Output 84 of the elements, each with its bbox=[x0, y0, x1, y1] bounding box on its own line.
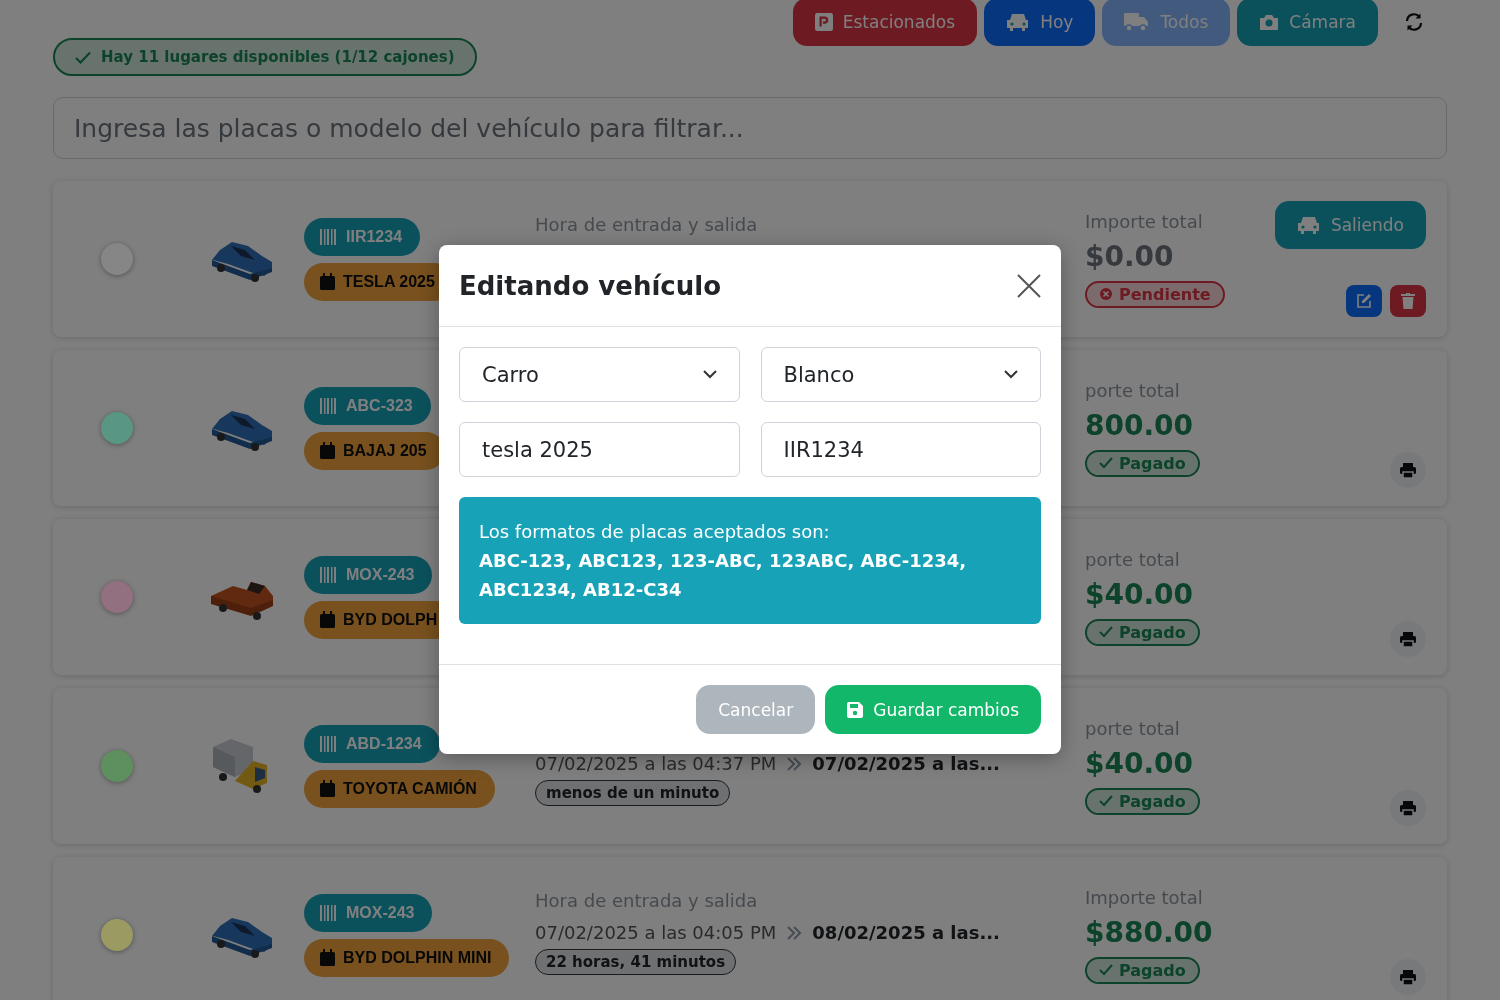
refresh-icon[interactable] bbox=[1405, 13, 1423, 31]
double-chevron-icon bbox=[786, 756, 803, 771]
dialog-title: Editando vehículo bbox=[459, 270, 721, 301]
payment-badge: Pendiente bbox=[1085, 280, 1225, 308]
select-field[interactable]: Blanco bbox=[760, 347, 1041, 402]
amount-label: porte total bbox=[1085, 717, 1180, 739]
availability-badge: Hay 11 lugares disponibles (1/12 cajones) bbox=[53, 38, 477, 76]
trash-icon bbox=[1401, 293, 1415, 309]
times-label: Hora de entrada y salida bbox=[535, 890, 758, 911]
barcode-icon bbox=[320, 566, 338, 583]
camera-icon bbox=[1259, 13, 1280, 31]
input-field[interactable]: tesla 2025 bbox=[459, 422, 740, 477]
filter-button[interactable]: Estacionados bbox=[792, 0, 978, 46]
close-button[interactable] bbox=[1017, 273, 1041, 298]
print-icon bbox=[1400, 969, 1416, 985]
check-icon bbox=[1099, 964, 1113, 976]
duration-badge: menos de un minuto bbox=[535, 780, 731, 806]
print-button[interactable] bbox=[1390, 452, 1426, 488]
select-field[interactable]: Carro bbox=[459, 347, 740, 402]
check-icon bbox=[1099, 457, 1113, 469]
plate-badge: ABC-323 bbox=[304, 386, 431, 425]
barcode-icon bbox=[320, 904, 338, 921]
delete-button[interactable] bbox=[1390, 285, 1426, 317]
input-field[interactable]: IIR1234 bbox=[760, 422, 1041, 477]
amount-value: $880.00 bbox=[1085, 915, 1213, 949]
barcode-icon bbox=[320, 735, 338, 752]
model-badge: TOYOTA CAMIÓN bbox=[304, 769, 495, 808]
duration-badge: 22 horas, 41 minutos bbox=[535, 949, 737, 975]
plate-badge: MOX-243 bbox=[304, 893, 433, 932]
print-icon bbox=[1400, 800, 1416, 816]
payment-badge: Pagado bbox=[1085, 618, 1200, 646]
amount-value: $40.00 bbox=[1085, 577, 1194, 611]
calendar-icon bbox=[320, 780, 335, 797]
check-icon bbox=[1099, 626, 1113, 638]
plate-badge: MOX-243 bbox=[304, 555, 433, 594]
amount-value: 800.00 bbox=[1085, 408, 1194, 442]
exit-time: 07/02/2025 a las... bbox=[812, 753, 1000, 774]
payment-badge: Pagado bbox=[1085, 449, 1200, 477]
calendar-icon bbox=[320, 949, 335, 966]
print-button[interactable] bbox=[1390, 790, 1426, 826]
model-badge: BYD DOLPHIN MINI bbox=[304, 938, 510, 977]
double-chevron-icon bbox=[786, 925, 803, 940]
calendar-icon bbox=[320, 273, 335, 290]
save-button[interactable]: Guardar cambios bbox=[825, 685, 1041, 734]
x-circle-icon bbox=[1099, 287, 1113, 301]
car-icon bbox=[1006, 12, 1031, 32]
chevron-down-icon bbox=[1004, 370, 1018, 379]
entry-time: 07/02/2025 a las 04:05 PM bbox=[535, 922, 777, 943]
search-field[interactable]: Ingresa las placas o modelo del vehículo para filtrar... bbox=[53, 97, 1447, 159]
entry-time: 07/02/2025 a las 04:37 PM bbox=[535, 753, 777, 774]
amount-label: porte total bbox=[1085, 379, 1180, 401]
filter-button[interactable]: Cámara bbox=[1237, 0, 1378, 46]
parking-icon bbox=[814, 13, 833, 31]
plate-badge: IIR1234 bbox=[304, 217, 421, 256]
save-icon bbox=[847, 701, 864, 718]
filter-button[interactable]: Hoy bbox=[984, 0, 1096, 46]
barcode-icon bbox=[320, 228, 338, 245]
check-icon bbox=[1099, 795, 1113, 807]
edit-button[interactable] bbox=[1346, 285, 1382, 317]
times-label: Hora de entrada y salida bbox=[535, 214, 758, 235]
plate-badge: ABD-1234 bbox=[304, 724, 440, 763]
print-button[interactable] bbox=[1390, 959, 1426, 995]
print-icon bbox=[1400, 631, 1416, 647]
cancel-button[interactable]: Cancelar bbox=[696, 685, 816, 734]
print-icon bbox=[1400, 462, 1416, 478]
exit-button[interactable]: Saliendo bbox=[1274, 201, 1426, 249]
barcode-icon bbox=[320, 397, 338, 414]
amount-label: Importe total bbox=[1085, 886, 1203, 908]
car-icon bbox=[1296, 215, 1321, 235]
print-button[interactable] bbox=[1390, 621, 1426, 657]
payment-badge: Pagado bbox=[1085, 956, 1200, 984]
chevron-down-icon bbox=[702, 370, 717, 379]
amount-value: $0.00 bbox=[1085, 239, 1174, 273]
amount-value: $40.00 bbox=[1085, 746, 1194, 780]
close-icon bbox=[1017, 273, 1041, 298]
edit-icon bbox=[1356, 293, 1372, 309]
plate-format-alert: Los formatos de placas aceptados son: ABC-123, ABC123, 123-ABC, 123ABC, ABC-1234, ABC1234, AB12-C34 bbox=[459, 497, 1041, 624]
exit-time: 08/02/2025 a las... bbox=[812, 922, 1000, 943]
check-icon bbox=[75, 50, 91, 64]
amount-label: porte total bbox=[1085, 548, 1180, 570]
calendar-icon bbox=[320, 442, 335, 459]
payment-badge: Pagado bbox=[1085, 787, 1200, 815]
calendar-icon bbox=[320, 611, 335, 628]
amount-label: Importe total bbox=[1085, 210, 1203, 232]
